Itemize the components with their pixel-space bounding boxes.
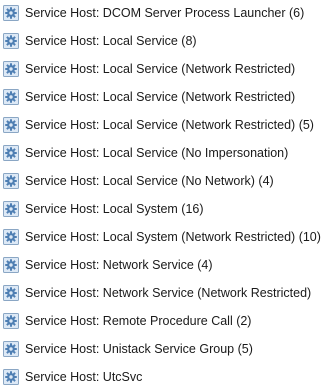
process-name: Service Host: Local Service (Network Res… — [25, 62, 296, 76]
process-row[interactable]: Service Host: Local Service (Network Res… — [0, 83, 330, 111]
process-list: Service Host: DCOM Server Process Launch… — [0, 0, 330, 385]
gear-icon — [2, 32, 20, 50]
process-name: Service Host: Local System (16) — [25, 202, 204, 216]
process-row[interactable]: Service Host: UtcSvc — [0, 363, 330, 391]
process-name: Service Host: Unistack Service Group (5) — [25, 342, 253, 356]
gear-icon — [2, 172, 20, 190]
process-name: Service Host: Remote Procedure Call (2) — [25, 314, 252, 328]
gear-icon — [2, 368, 20, 386]
gear-icon — [2, 256, 20, 274]
process-row[interactable]: Service Host: Network Service (Network R… — [0, 279, 330, 307]
gear-icon — [2, 144, 20, 162]
gear-icon — [2, 88, 20, 106]
process-row[interactable]: Service Host: Local System (Network Rest… — [0, 223, 330, 251]
process-row[interactable]: Service Host: Network Service (4) — [0, 251, 330, 279]
process-row[interactable]: Service Host: Local System (16) — [0, 195, 330, 223]
process-name: Service Host: Local Service (No Imperson… — [25, 146, 289, 160]
process-row[interactable]: Service Host: Local Service (8) — [0, 27, 330, 55]
process-row[interactable]: Service Host: DCOM Server Process Launch… — [0, 0, 330, 27]
process-name: Service Host: UtcSvc — [25, 370, 143, 384]
gear-icon — [2, 284, 20, 302]
process-row[interactable]: Service Host: Local Service (No Imperson… — [0, 139, 330, 167]
gear-icon — [2, 312, 20, 330]
gear-icon — [2, 116, 20, 134]
process-row[interactable]: Service Host: Local Service (No Network)… — [0, 167, 330, 195]
process-name: Service Host: DCOM Server Process Launch… — [25, 6, 305, 20]
gear-icon — [2, 340, 20, 358]
process-name: Service Host: Local Service (Network Res… — [25, 90, 296, 104]
gear-icon — [2, 200, 20, 218]
process-name: Service Host: Local System (Network Rest… — [25, 230, 321, 244]
process-name: Service Host: Local Service (Network Res… — [25, 118, 314, 132]
process-row[interactable]: Service Host: Unistack Service Group (5) — [0, 335, 330, 363]
process-name: Service Host: Local Service (8) — [25, 34, 197, 48]
process-name: Service Host: Network Service (Network R… — [25, 286, 312, 300]
gear-icon — [2, 228, 20, 246]
process-row[interactable]: Service Host: Local Service (Network Res… — [0, 55, 330, 83]
process-row[interactable]: Service Host: Remote Procedure Call (2) — [0, 307, 330, 335]
process-name: Service Host: Local Service (No Network)… — [25, 174, 274, 188]
process-row[interactable]: Service Host: Local Service (Network Res… — [0, 111, 330, 139]
gear-icon — [2, 60, 20, 78]
gear-icon — [2, 4, 20, 22]
process-name: Service Host: Network Service (4) — [25, 258, 213, 272]
